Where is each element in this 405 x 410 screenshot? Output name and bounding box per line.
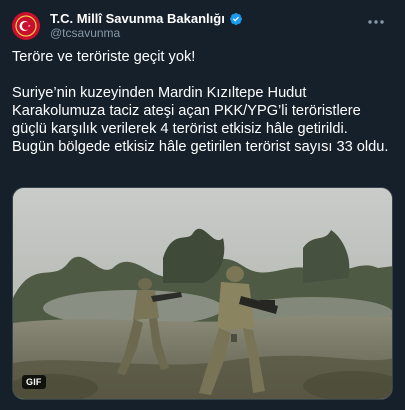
display-name[interactable]: T.C. Millî Savunma Bakanlığı xyxy=(50,11,225,26)
display-name-row: T.C. Millî Savunma Bakanlığı xyxy=(50,11,243,26)
verified-badge-icon xyxy=(229,12,243,26)
more-options-icon[interactable] xyxy=(363,12,389,32)
account-names: T.C. Millî Savunma Bakanlığı @tcsavunma xyxy=(50,11,243,41)
ministry-emblem-icon[interactable] xyxy=(12,12,40,40)
tweet-media[interactable]: GIF xyxy=(12,187,393,400)
tweet-header: T.C. Millî Savunma Bakanlığı @tcsavunma xyxy=(12,8,393,44)
tweet-headline: Teröre ve teröriste geçit yok! xyxy=(12,49,196,65)
soldiers-gif-thumbnail[interactable] xyxy=(13,188,393,400)
gif-badge: GIF xyxy=(22,375,46,389)
account-handle[interactable]: @tcsavunma xyxy=(50,26,243,41)
tweet-paragraph: Suriye’nin kuzeyinden Mardin Kızıltepe H… xyxy=(12,85,389,155)
tweet-text: Teröre ve teröriste geçit yok! Suriye’ni… xyxy=(12,48,393,156)
tweet-card[interactable]: T.C. Millî Savunma Bakanlığı @tcsavunma … xyxy=(0,0,405,410)
